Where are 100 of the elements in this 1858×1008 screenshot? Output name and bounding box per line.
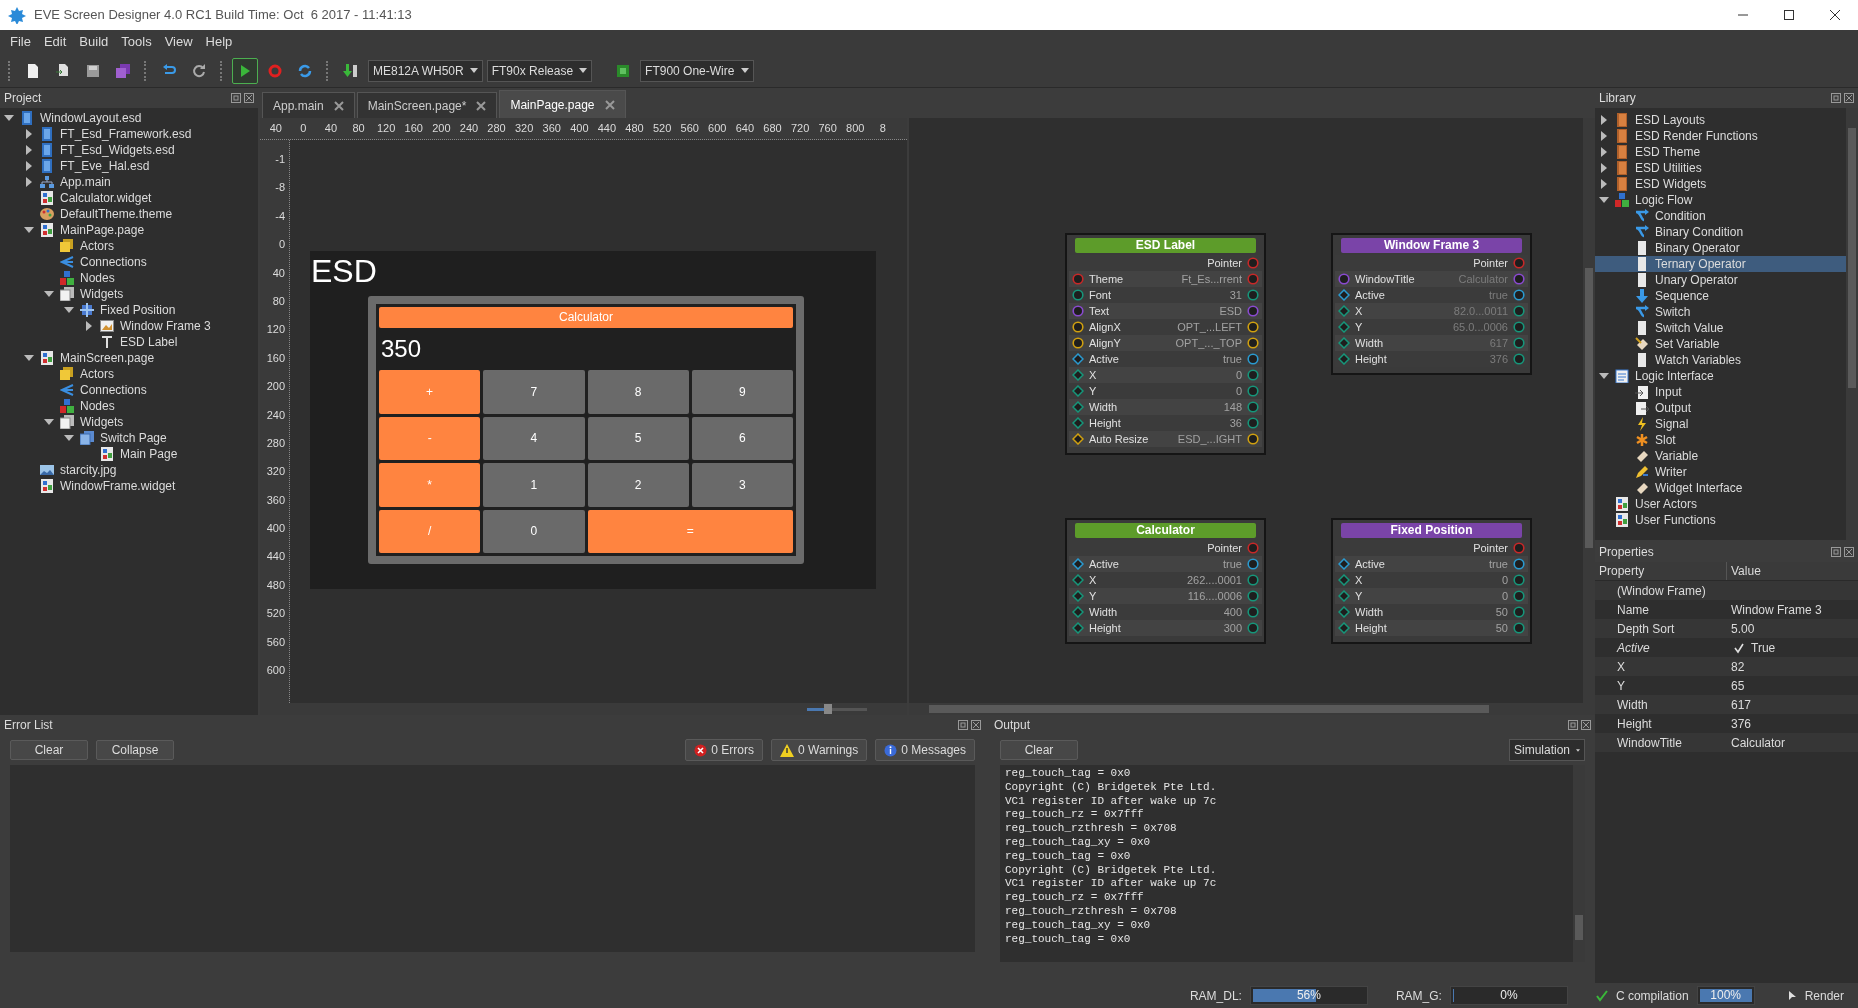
calculator-key[interactable]: 6 <box>691 416 793 460</box>
menu-item[interactable]: View <box>158 32 199 52</box>
tree-item[interactable]: Window Frame 3 <box>0 318 258 334</box>
tree-item[interactable]: Connections <box>0 382 258 398</box>
circle-port-icon[interactable] <box>1247 273 1259 285</box>
diamond-port-icon[interactable] <box>1072 622 1084 634</box>
tree-item[interactable]: Fixed Position <box>0 302 258 318</box>
tree-item[interactable]: App.main <box>0 174 258 190</box>
node-card[interactable]: Fixed Position Pointer Active true X 0 Y 0 Width 50 Height 50 <box>1331 518 1532 644</box>
dropdown[interactable]: FT90x Release <box>486 59 593 82</box>
circle-port-icon[interactable] <box>1247 401 1259 413</box>
tree-item[interactable]: Actors <box>0 366 258 382</box>
tree-item[interactable]: Switch <box>1595 304 1846 320</box>
circle-port-icon[interactable] <box>1247 321 1259 333</box>
circle-port-icon[interactable] <box>1513 542 1525 554</box>
expand-arrow-icon[interactable] <box>24 161 34 171</box>
expand-arrow-icon[interactable] <box>1599 179 1609 189</box>
tree-item[interactable]: Output <box>1595 400 1846 416</box>
tree-item[interactable]: Set Variable <box>1595 336 1846 352</box>
tree-item[interactable]: Nodes <box>0 270 258 286</box>
dropdown[interactable]: FT900 One-Wire <box>640 59 755 82</box>
diamond-port-icon[interactable] <box>1072 590 1084 602</box>
diamond-port-icon[interactable] <box>1338 289 1350 301</box>
tree-item[interactable]: User Actors <box>1595 496 1846 512</box>
collapse-arrow-icon[interactable] <box>24 225 34 235</box>
tree-item[interactable]: ESD Widgets <box>1595 176 1846 192</box>
circle-port-icon[interactable] <box>1247 385 1259 397</box>
diamond-port-icon[interactable] <box>1338 606 1350 618</box>
tree-item[interactable]: DefaultTheme.theme <box>0 206 258 222</box>
dropdown[interactable]: ME812A WH50R <box>368 59 483 82</box>
tree-item[interactable]: Widget Interface <box>1595 480 1846 496</box>
run-icon[interactable] <box>232 57 258 84</box>
node-card[interactable]: Window Frame 3 Pointer WindowTitle Calculator Active true X 82.0...0011 Y 65.0...0006 Width 617 Height 376 <box>1331 233 1532 375</box>
menu-item[interactable]: File <box>4 32 37 52</box>
diamond-port-icon[interactable] <box>1338 622 1350 634</box>
calculator-key[interactable]: 9 <box>691 370 793 414</box>
circle-port-icon[interactable] <box>1072 337 1084 349</box>
circle-port-icon[interactable] <box>1513 558 1525 570</box>
tree-item[interactable]: Nodes <box>0 398 258 414</box>
collapse-arrow-icon[interactable] <box>24 353 34 363</box>
filter-button[interactable]: 0 Errors <box>685 739 764 761</box>
filter-button[interactable]: 0 Warnings <box>771 739 868 761</box>
circle-port-icon[interactable] <box>1513 305 1525 317</box>
panel-button[interactable]: Clear <box>10 740 88 760</box>
circle-port-icon[interactable] <box>1247 305 1259 317</box>
circle-port-icon[interactable] <box>1247 542 1259 554</box>
tree-item[interactable]: User Functions <box>1595 512 1846 528</box>
close-icon[interactable] <box>1581 720 1591 730</box>
scrollbar[interactable] <box>909 703 1595 715</box>
expand-arrow-icon[interactable] <box>24 177 34 187</box>
node-card[interactable]: Calculator Pointer Active true X 262....0001 Y 116....0006 Width 400 Height 300 <box>1065 518 1266 644</box>
diamond-port-icon[interactable] <box>1072 353 1084 365</box>
tree-item[interactable]: ESD Utilities <box>1595 160 1846 176</box>
diamond-port-icon[interactable] <box>1072 558 1084 570</box>
diamond-port-icon[interactable] <box>1072 401 1084 413</box>
tree-item[interactable]: Main Page <box>0 446 258 462</box>
collapse-arrow-icon[interactable] <box>1599 371 1609 381</box>
circle-port-icon[interactable] <box>1513 337 1525 349</box>
slider-thumb[interactable] <box>824 704 832 714</box>
float-icon[interactable] <box>1831 93 1841 103</box>
circle-port-icon[interactable] <box>1513 257 1525 269</box>
diamond-port-icon[interactable] <box>1338 574 1350 586</box>
collapse-arrow-icon[interactable] <box>1599 195 1609 205</box>
tree-item[interactable]: Binary Condition <box>1595 224 1846 240</box>
expand-arrow-icon[interactable] <box>1599 131 1609 141</box>
tree-item[interactable]: Watch Variables <box>1595 352 1846 368</box>
panel-button[interactable]: Collapse <box>96 740 174 760</box>
close-icon[interactable] <box>1844 547 1854 557</box>
tree-item[interactable]: Writer <box>1595 464 1846 480</box>
diamond-port-icon[interactable] <box>1072 574 1084 586</box>
tree-item[interactable]: Logic Interface <box>1595 368 1846 384</box>
tree-item[interactable]: WindowFrame.widget <box>0 478 258 494</box>
collapse-arrow-icon[interactable] <box>44 289 54 299</box>
diamond-port-icon[interactable] <box>1338 590 1350 602</box>
circle-port-icon[interactable] <box>1247 369 1259 381</box>
tree-item[interactable]: Logic Flow <box>1595 192 1846 208</box>
circle-port-icon[interactable] <box>1513 289 1525 301</box>
tree-item[interactable]: Switch Value <box>1595 320 1846 336</box>
tree-item[interactable]: Unary Operator <box>1595 272 1846 288</box>
float-icon[interactable] <box>1568 720 1578 730</box>
tree-item[interactable]: Sequence <box>1595 288 1846 304</box>
diamond-port-icon[interactable] <box>1338 337 1350 349</box>
tree-item[interactable]: Binary Operator <box>1595 240 1846 256</box>
float-icon[interactable] <box>231 93 241 103</box>
expand-arrow-icon[interactable] <box>24 129 34 139</box>
collapse-arrow-icon[interactable] <box>64 305 74 315</box>
circle-port-icon[interactable] <box>1513 622 1525 634</box>
diamond-port-icon[interactable] <box>1072 433 1084 445</box>
calculator-key[interactable]: 2 <box>587 463 689 507</box>
circle-port-icon[interactable] <box>1247 417 1259 429</box>
menu-item[interactable]: Edit <box>37 32 73 52</box>
tree-item[interactable]: FT_Esd_Framework.esd <box>0 126 258 142</box>
tree-item[interactable]: Switch Page <box>0 430 258 446</box>
close-icon[interactable] <box>971 720 981 730</box>
tree-item[interactable]: FT_Eve_Hal.esd <box>0 158 258 174</box>
collapse-arrow-icon[interactable] <box>44 417 54 427</box>
menu-item[interactable]: Help <box>199 32 239 52</box>
circle-port-icon[interactable] <box>1072 321 1084 333</box>
calculator-frame[interactable]: Calculator 350 + 7 8 9 - 4 5 6 * 1 2 3 / 0 = <box>368 296 804 564</box>
circle-port-icon[interactable] <box>1247 622 1259 634</box>
